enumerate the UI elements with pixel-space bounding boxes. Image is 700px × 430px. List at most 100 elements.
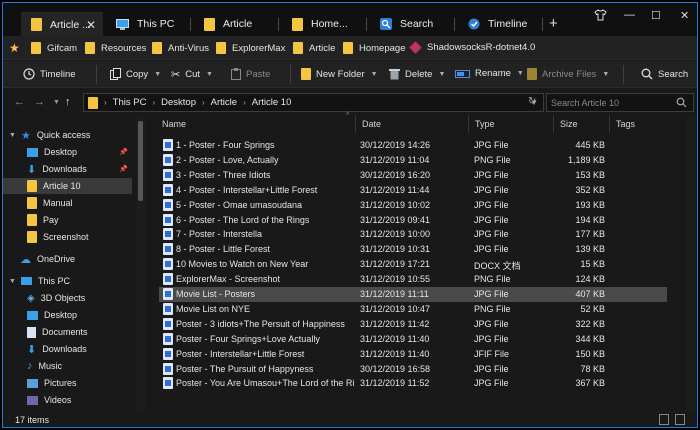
sidebar-item-quick-access[interactable]: ▼ ★ Quick access bbox=[3, 127, 132, 143]
file-size: 352 KB bbox=[575, 184, 605, 195]
table-row[interactable]: 10 Movies to Watch on New Year 31/12/2019… bbox=[159, 257, 667, 272]
breadcrumb-this-pc[interactable]: This PC bbox=[113, 97, 147, 108]
refresh-icon[interactable]: ↻ bbox=[528, 96, 536, 107]
tab-this-pc[interactable]: This PC bbox=[106, 12, 188, 36]
tab-article[interactable]: Article bbox=[194, 12, 276, 36]
table-row[interactable]: ExplorerMax - Screenshot 31/12/2019 10:55… bbox=[159, 272, 667, 287]
favorite-article[interactable]: Article bbox=[293, 42, 335, 54]
favorite-homepage[interactable]: Homepage bbox=[343, 42, 405, 54]
recent-chevron-icon[interactable]: ▼ bbox=[53, 99, 60, 106]
table-row[interactable]: 3 - Poster - Three Idiots 30/12/2019 16:2… bbox=[159, 168, 667, 183]
sidebar-item-music[interactable]: ♪ Music bbox=[3, 358, 132, 374]
sidebar-item-article-10[interactable]: Article 10 bbox=[3, 178, 132, 194]
pin-icon[interactable]: 📌 bbox=[119, 148, 128, 156]
table-row[interactable]: 7 - Poster - Interstella 31/12/2019 10:00… bbox=[159, 227, 667, 242]
pin-icon[interactable]: 📌 bbox=[119, 165, 128, 173]
chevron-down-icon[interactable]: ▼ bbox=[206, 71, 213, 78]
favorite-gifcam[interactable]: Gifcam bbox=[31, 42, 77, 54]
tab-timeline[interactable]: Timeline bbox=[458, 12, 540, 36]
file-icon bbox=[163, 302, 173, 315]
table-row[interactable]: Poster - Four Springs+Love Actually 31/12… bbox=[159, 332, 667, 347]
sidebar-item-pictures[interactable]: Pictures bbox=[3, 375, 132, 391]
chevron-down-icon[interactable]: ▼ bbox=[517, 70, 524, 77]
table-row[interactable]: 8 - Poster - Little Forest 31/12/2019 10:… bbox=[159, 242, 667, 257]
table-row[interactable]: 4 - Poster - Interstellar+Little Forest 3… bbox=[159, 183, 667, 198]
chevron-right-icon[interactable]: › bbox=[152, 98, 155, 107]
timeline-button[interactable]: Timeline bbox=[23, 68, 76, 80]
back-arrow-icon[interactable]: ← bbox=[14, 96, 25, 108]
cut-button[interactable]: ✂ Cut ▼ bbox=[171, 68, 213, 81]
chevron-down-icon[interactable]: ▼ bbox=[9, 132, 16, 139]
sidebar-item-documents[interactable]: Documents bbox=[3, 324, 132, 340]
sidebar-item-this-pc[interactable]: ▼ This PC bbox=[3, 273, 132, 289]
table-row[interactable]: 5 - Poster - Omae umasoudana 31/12/2019 1… bbox=[159, 198, 667, 213]
minimize-button[interactable]: — bbox=[624, 9, 635, 21]
details-view-button[interactable] bbox=[659, 414, 669, 425]
file-list-scrollbar[interactable] bbox=[686, 115, 696, 411]
sidebar-item-3d-objects[interactable]: ◈ 3D Objects bbox=[3, 290, 132, 306]
chevron-right-icon[interactable]: › bbox=[202, 98, 205, 107]
sidebar-item-downloads[interactable]: ⬇ Downloads 📌 bbox=[3, 161, 132, 177]
table-row[interactable]: Poster - The Pursuit of Happyness 30/12/2… bbox=[159, 362, 667, 377]
large-icons-view-button[interactable] bbox=[675, 414, 685, 425]
tab-article-10[interactable]: Article ... ✕ bbox=[21, 12, 103, 36]
favorite-resources[interactable]: Resources bbox=[85, 42, 146, 54]
column-header-date[interactable]: Date bbox=[356, 115, 468, 133]
table-row[interactable]: 6 - Poster - The Lord of the Rings 31/12/… bbox=[159, 213, 667, 228]
close-icon[interactable]: ✕ bbox=[86, 18, 96, 32]
new-folder-button[interactable]: New Folder ▼ bbox=[301, 68, 378, 80]
copy-button[interactable]: Copy ▼ bbox=[110, 68, 161, 80]
delete-button[interactable]: Delete ▼ bbox=[389, 68, 445, 80]
search-input[interactable]: Search Article 10 bbox=[546, 93, 694, 112]
table-row[interactable]: Movie List on NYE 31/12/2019 10:47 PNG Fil… bbox=[159, 302, 667, 317]
paste-button[interactable]: Paste bbox=[231, 68, 270, 80]
column-header-tags[interactable]: Tags bbox=[610, 115, 680, 133]
chevron-right-icon[interactable]: › bbox=[104, 98, 107, 107]
chevron-down-icon[interactable]: ▼ bbox=[438, 71, 445, 78]
sidebar-item-onedrive[interactable]: ☁ OneDrive bbox=[3, 251, 132, 267]
rename-button[interactable]: Rename ▼ bbox=[455, 68, 524, 79]
new-tab-button[interactable]: + bbox=[549, 15, 558, 32]
shirt-icon[interactable] bbox=[594, 9, 607, 21]
address-box[interactable]: › This PC › Desktop › Article › Article … bbox=[83, 93, 544, 112]
star-icon[interactable]: ★ bbox=[9, 41, 20, 55]
breadcrumb-desktop[interactable]: Desktop bbox=[161, 97, 196, 108]
tab-bar: Article ... ✕ This PC Article Home... Se… bbox=[3, 3, 697, 36]
sidebar-item-videos[interactable]: Videos bbox=[3, 392, 132, 408]
chevron-down-icon[interactable]: ▼ bbox=[154, 71, 161, 78]
navigation-scrollbar[interactable] bbox=[136, 115, 146, 411]
sidebar-item-screenshot[interactable]: Screenshot bbox=[3, 229, 132, 245]
table-row[interactable]: 1 - Poster - Four Springs 30/12/2019 14:2… bbox=[159, 138, 667, 153]
table-row[interactable]: 2 - Poster - Love, Actually 31/12/2019 11… bbox=[159, 153, 667, 168]
table-row[interactable]: Poster - You Are Umasou+The Lord of the … bbox=[159, 376, 667, 391]
sidebar-item-desktop-pc[interactable]: Desktop bbox=[3, 307, 132, 323]
scrollbar-thumb[interactable] bbox=[138, 121, 143, 201]
table-row[interactable]: Poster - 3 idiots+The Persuit of Happine… bbox=[159, 317, 667, 332]
sidebar-item-desktop[interactable]: Desktop 📌 bbox=[3, 144, 132, 160]
column-header-type[interactable]: Type bbox=[469, 115, 553, 133]
favorite-shadowsocksr[interactable]: ShadowsocksR-dotnet4.0 bbox=[409, 41, 535, 54]
sidebar-item-pay[interactable]: Pay bbox=[3, 212, 132, 228]
favorite-explorermax[interactable]: ExplorerMax bbox=[216, 42, 285, 54]
archive-files-button[interactable]: Archive Files ▼ bbox=[527, 68, 609, 80]
sidebar-item-manual[interactable]: Manual bbox=[3, 195, 132, 211]
table-row[interactable]: Poster - Interstellar+Little Forest 31/12… bbox=[159, 347, 667, 362]
sidebar-item-downloads-pc[interactable]: ⬇ Downloads bbox=[3, 341, 132, 357]
tab-homepage[interactable]: Home... bbox=[282, 12, 364, 36]
breadcrumb-article[interactable]: Article bbox=[211, 97, 237, 108]
breadcrumb-article-10[interactable]: Article 10 bbox=[252, 97, 292, 108]
column-header-name[interactable]: Name bbox=[156, 115, 356, 133]
chevron-down-icon[interactable]: ▼ bbox=[602, 71, 609, 78]
tab-search[interactable]: Search bbox=[370, 12, 452, 36]
forward-arrow-icon[interactable]: → bbox=[34, 96, 45, 108]
chevron-down-icon[interactable]: ▼ bbox=[9, 278, 16, 285]
table-row[interactable]: Movie List - Posters 31/12/2019 11:11 JPG … bbox=[159, 287, 667, 302]
search-button[interactable]: Search bbox=[641, 68, 688, 80]
close-window-button[interactable]: ✕ bbox=[680, 9, 689, 22]
column-header-size[interactable]: Size bbox=[554, 115, 609, 133]
maximize-button[interactable]: ☐ bbox=[651, 9, 661, 22]
chevron-right-icon[interactable]: › bbox=[243, 98, 246, 107]
chevron-down-icon[interactable]: ▼ bbox=[371, 71, 378, 78]
up-arrow-icon[interactable]: ↑ bbox=[65, 96, 71, 108]
favorite-anti-virus[interactable]: Anti-Virus bbox=[152, 42, 209, 54]
